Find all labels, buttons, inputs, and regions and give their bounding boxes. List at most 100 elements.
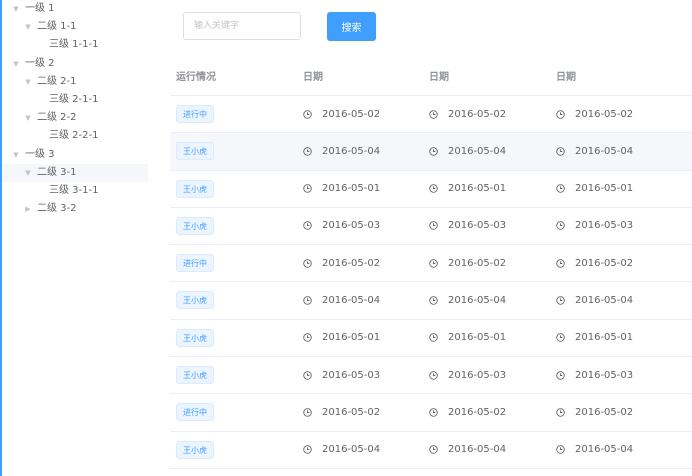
- tree-panel: ▼ 一级 1 ▼ 二级 1-1 三级 1-1-1 ▼ 一级 2 ▼ 二级 2-1 三级 2-1-1…: [0, 0, 150, 476]
- tree-node[interactable]: 三级 2-1-1: [2, 91, 150, 109]
- caret-right-icon[interactable]: ▶: [24, 200, 32, 218]
- tree-node[interactable]: ▶ 二级 3-2: [2, 200, 150, 218]
- date-text: 2016-05-04: [322, 294, 381, 306]
- column-header-status[interactable]: 运行情况: [176, 60, 216, 96]
- date-text: 2016-05-02: [575, 406, 634, 418]
- table-row[interactable]: 王小虎 2016-05-01 2016-05-01 2016-05-01: [170, 320, 692, 358]
- tree-node[interactable]: ▼ 二级 1-1: [2, 18, 150, 36]
- table-row[interactable]: 进行中 2016-05-02 2016-05-02 2016-05-02: [170, 394, 692, 432]
- tree-node[interactable]: ▼ 一级 2: [2, 55, 150, 73]
- tree-node[interactable]: ▼ 二级 2-2: [2, 109, 150, 127]
- date-text: 2016-05-04: [575, 145, 634, 157]
- table-row[interactable]: 王小虎 2016-05-03 2016-05-03 2016-05-03: [170, 208, 692, 246]
- date-text: 2016-05-01: [448, 183, 507, 195]
- table-row[interactable]: 王小虎 2016-05-04 2016-05-04 2016-05-04: [170, 133, 692, 171]
- clock-icon: [429, 445, 438, 454]
- date-text: 2016-05-03: [575, 369, 634, 381]
- tree-node-label: 三级 2-2-1: [49, 130, 99, 142]
- column-header-date[interactable]: 日期: [429, 60, 449, 96]
- column-header-date[interactable]: 日期: [303, 60, 323, 96]
- table-row[interactable]: 进行中 2016-05-02 2016-05-02 2016-05-02: [170, 245, 692, 283]
- clock-icon: [556, 333, 565, 343]
- clock-icon: [429, 258, 438, 268]
- date-cell: 2016-05-03: [556, 357, 633, 393]
- data-table: 运行情况 日期 日期 日期 进行中 2016-05-02 2016-05-02 201…: [170, 60, 692, 469]
- date-cell: 2016-05-04: [303, 133, 380, 169]
- table-row[interactable]: 王小虎 2016-05-01 2016-05-01 2016-05-01: [170, 171, 692, 208]
- tree-node-label: 二级 1-1: [37, 21, 77, 33]
- date-text: 2016-05-01: [575, 183, 634, 195]
- table-row[interactable]: 王小虎 2016-05-03 2016-05-03 2016-05-03: [170, 357, 692, 395]
- table-body: 进行中 2016-05-02 2016-05-02 2016-05-02 王小虎 2016…: [170, 96, 692, 469]
- tree-node[interactable]: ▼ 一级 3: [2, 146, 150, 164]
- date-cell: 2016-05-02: [556, 245, 633, 281]
- date-text: 2016-05-01: [322, 183, 381, 195]
- status-tag: 进行中: [176, 105, 214, 123]
- date-text: 2016-05-01: [322, 332, 381, 344]
- date-text: 2016-05-02: [448, 108, 507, 120]
- column-header-date[interactable]: 日期: [556, 60, 576, 96]
- date-cell: 2016-05-01: [429, 320, 506, 356]
- date-text: 2016-05-04: [448, 145, 507, 157]
- date-text: 2016-05-02: [322, 406, 381, 418]
- tree-node-label: 三级 2-1-1: [49, 93, 99, 105]
- tree-node-label: 一级 1: [25, 3, 55, 14]
- clock-icon: [303, 184, 312, 193]
- date-cell: 2016-05-03: [303, 357, 380, 393]
- clock-icon: [429, 147, 438, 156]
- date-cell: 2016-05-02: [303, 245, 380, 281]
- date-cell: 2016-05-03: [556, 208, 633, 244]
- caret-down-icon[interactable]: ▼: [12, 0, 20, 18]
- caret-down-icon[interactable]: ▼: [12, 55, 20, 73]
- date-text: 2016-05-03: [575, 220, 634, 232]
- clock-icon: [303, 408, 312, 417]
- date-cell: 2016-05-01: [556, 171, 633, 207]
- status-cell: 进行中: [176, 394, 214, 430]
- clock-icon: [429, 184, 438, 193]
- clock-icon: [429, 408, 438, 417]
- search-button[interactable]: 搜索: [327, 12, 376, 41]
- clock-icon: [303, 109, 312, 119]
- date-cell: 2016-05-04: [429, 282, 506, 318]
- date-text: 2016-05-04: [322, 145, 381, 157]
- tree-node[interactable]: 三级 1-1-1: [2, 36, 150, 54]
- clock-icon: [429, 109, 438, 119]
- date-cell: 2016-05-04: [429, 432, 506, 468]
- caret-down-icon[interactable]: ▼: [24, 18, 32, 36]
- date-cell: 2016-05-03: [429, 208, 506, 244]
- tree-node[interactable]: ▼ 二级 3-1: [2, 163, 148, 182]
- clock-icon: [303, 333, 312, 343]
- date-text: 2016-05-03: [448, 369, 507, 381]
- caret-down-icon[interactable]: ▼: [24, 164, 32, 182]
- status-tag: 王小虎: [176, 216, 214, 235]
- clock-icon: [556, 296, 565, 305]
- date-text: 2016-05-03: [322, 369, 381, 381]
- caret-down-icon[interactable]: ▼: [24, 109, 32, 127]
- date-text: 2016-05-04: [575, 294, 634, 306]
- search-input[interactable]: [183, 12, 301, 40]
- status-tag: 王小虎: [176, 291, 214, 310]
- table-row[interactable]: 王小虎 2016-05-04 2016-05-04 2016-05-04: [170, 282, 692, 320]
- status-cell: 进行中: [176, 245, 214, 281]
- tree-node-label: 二级 2-2: [37, 112, 77, 124]
- date-cell: 2016-05-01: [303, 171, 380, 207]
- table-row[interactable]: 王小虎 2016-05-04 2016-05-04 2016-05-04: [170, 432, 692, 469]
- status-tag: 王小虎: [176, 366, 214, 385]
- tree-node[interactable]: ▼ 二级 2-1: [2, 73, 150, 91]
- status-tag: 进行中: [176, 254, 214, 273]
- status-cell: 王小虎: [176, 171, 214, 207]
- tree-node[interactable]: 三级 2-2-1: [2, 127, 150, 145]
- date-cell: 2016-05-02: [429, 96, 506, 132]
- tree-node[interactable]: ▼ 一级 1: [2, 0, 150, 18]
- date-text: 2016-05-01: [575, 332, 634, 344]
- status-cell: 王小虎: [176, 320, 214, 356]
- clock-icon: [429, 221, 438, 231]
- date-text: 2016-05-03: [322, 220, 381, 232]
- status-tag: 王小虎: [176, 142, 214, 161]
- tree-node[interactable]: 三级 3-1-1: [2, 182, 150, 200]
- date-cell: 2016-05-02: [556, 96, 633, 132]
- table-row[interactable]: 进行中 2016-05-02 2016-05-02 2016-05-02: [170, 96, 692, 134]
- status-cell: 王小虎: [176, 432, 214, 468]
- caret-down-icon[interactable]: ▼: [12, 146, 20, 164]
- caret-down-icon[interactable]: ▼: [24, 73, 32, 91]
